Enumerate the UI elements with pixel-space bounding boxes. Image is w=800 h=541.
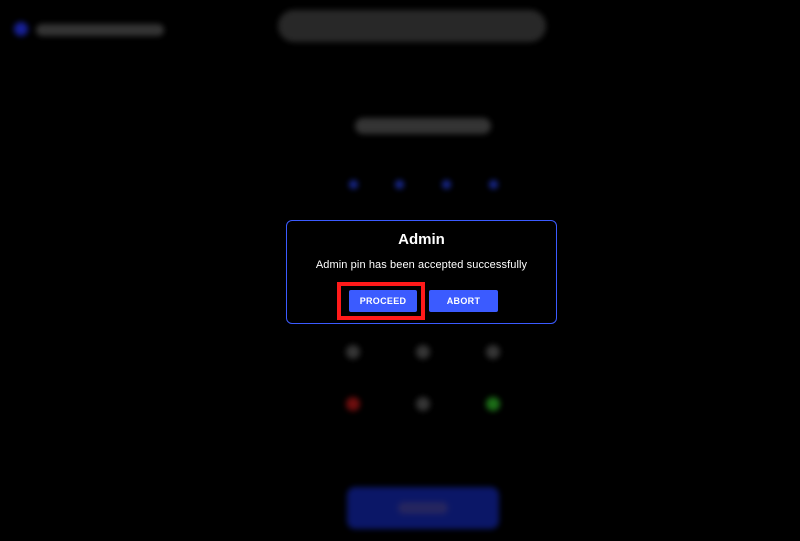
pin-dot-icon	[395, 180, 404, 189]
proceed-button[interactable]: PROCEED	[349, 290, 417, 312]
keypad-key-icon[interactable]	[416, 345, 430, 359]
dialog-title: Admin	[398, 231, 445, 248]
logo-icon	[14, 22, 28, 36]
submit-label-blurred	[398, 502, 448, 514]
abort-button[interactable]: ABORT	[429, 290, 498, 312]
page-title-blurred	[278, 10, 546, 42]
dialog-message: Admin pin has been accepted successfully	[315, 259, 528, 271]
pin-dot-icon	[349, 180, 358, 189]
keypad-key-icon[interactable]	[486, 345, 500, 359]
keypad-enter-key-icon[interactable]	[486, 397, 500, 411]
screen: Admin Admin pin has been accepted succes…	[0, 0, 800, 541]
keypad-key-icon[interactable]	[416, 397, 430, 411]
pin-dot-icon	[489, 180, 498, 189]
logo-text-blurred	[36, 24, 164, 36]
page-subtitle-blurred	[355, 118, 491, 134]
admin-dialog: Admin Admin pin has been accepted succes…	[286, 220, 557, 324]
keypad-key-icon[interactable]	[346, 345, 360, 359]
pin-dot-icon	[442, 180, 451, 189]
pin-indicator	[0, 180, 800, 190]
keypad-clear-key-icon[interactable]	[346, 397, 360, 411]
